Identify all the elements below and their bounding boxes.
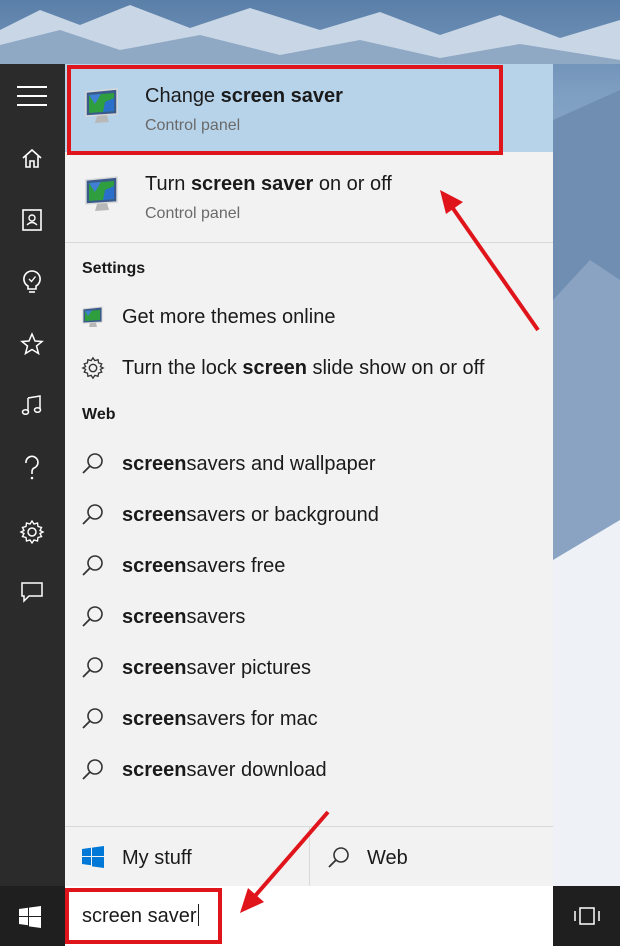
annotation-arrows	[240, 190, 540, 913]
arrow-head-best-match	[440, 190, 463, 214]
arrow-to-search-box	[253, 810, 330, 898]
arrow-to-best-match	[450, 205, 540, 332]
